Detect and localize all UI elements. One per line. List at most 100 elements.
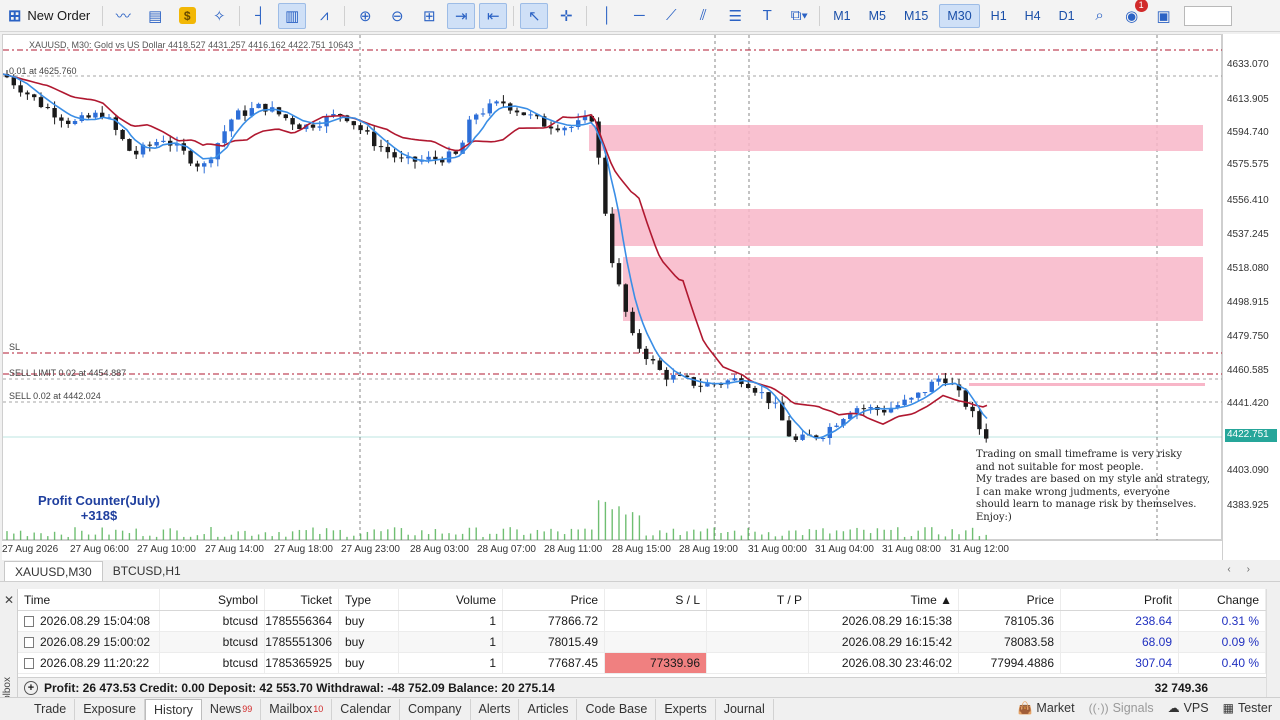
time-tick-label: 27 Aug 10:00 — [137, 544, 196, 555]
text-icon[interactable]: T — [753, 3, 781, 29]
deal-icon — [24, 615, 34, 627]
toolbar-separator — [586, 5, 588, 26]
column-header[interactable]: Change — [1179, 589, 1266, 610]
column-header[interactable]: Price — [503, 589, 605, 610]
candle-body — [902, 399, 907, 406]
expand-icon[interactable]: + — [24, 680, 38, 695]
cell-take-profit — [707, 653, 809, 673]
column-header[interactable]: Volume — [399, 589, 503, 610]
indicators-icon[interactable]: ▤ — [141, 3, 169, 29]
bar-chart-icon[interactable]: ┤ — [246, 3, 274, 29]
main-toolbar: ⊞ New Order 〰 ▤ $ ✧ ┤ ▥ ⩘ ⊕ ⊖ ⊞ ⇥ ⇤ ↖ ✛ … — [0, 0, 1280, 32]
chart-tab-xauusd[interactable]: XAUUSD,M30 — [4, 561, 103, 581]
timeframe-m1[interactable]: M1 — [826, 4, 857, 28]
market-button[interactable]: 👜 Market — [1017, 701, 1074, 715]
trendline-icon[interactable]: ⟋ — [657, 3, 685, 29]
tab-experts[interactable]: Experts — [656, 698, 716, 720]
signals-button[interactable]: ((·)) Signals — [1089, 701, 1154, 715]
timeframe-h4[interactable]: H4 — [1018, 4, 1048, 28]
crosshair-icon[interactable]: ✛ — [552, 3, 580, 29]
candle-body — [854, 408, 860, 414]
zoom-out-icon[interactable]: ⊖ — [383, 3, 411, 29]
search-input[interactable] — [1183, 5, 1232, 26]
tab-trade[interactable]: Trade — [26, 698, 76, 720]
algo-trading-icon[interactable]: $ — [173, 3, 201, 29]
column-header[interactable]: Profit — [1061, 589, 1179, 610]
signal-icon[interactable]: ✧ — [205, 3, 233, 29]
cell-volume: 1 — [399, 611, 503, 631]
tile-windows-icon[interactable]: ⊞ — [415, 3, 443, 29]
tab-history[interactable]: History — [145, 698, 202, 720]
candle-body — [657, 360, 662, 370]
time-tick-label: 31 Aug 00:00 — [748, 544, 807, 555]
tab-company[interactable]: Company — [400, 698, 471, 720]
line-chart-type-icon[interactable]: 〰 — [109, 3, 137, 29]
close-icon[interactable]: ✕ — [4, 593, 14, 607]
column-header[interactable]: Price — [959, 589, 1061, 610]
cell-close-price: 77994.4886 — [959, 653, 1061, 673]
timeframe-h1[interactable]: H1 — [984, 4, 1014, 28]
candle-body — [984, 429, 989, 439]
search-icon[interactable]: ⌕ — [1086, 3, 1114, 29]
candle-body — [467, 119, 472, 143]
tab-mailbox[interactable]: Mailbox 10 — [261, 698, 333, 720]
time-axis[interactable]: 27 Aug 2026 27 Aug 06:00 27 Aug 10:00 27 Au… — [2, 540, 1222, 560]
timeframe-m5[interactable]: M5 — [862, 4, 893, 28]
terminal-icon[interactable]: ▣ — [1150, 3, 1178, 29]
zoom-in-icon[interactable]: ⊕ — [351, 3, 379, 29]
cell-type: buy — [339, 611, 399, 631]
fibonacci-icon[interactable]: ☰ — [721, 3, 749, 29]
tab-articles[interactable]: Articles — [519, 698, 578, 720]
candle-body — [365, 130, 370, 132]
column-header[interactable]: S / L — [605, 589, 707, 610]
tab-news[interactable]: News 99 — [202, 698, 262, 720]
tab-scroll-arrows[interactable]: ‹› — [1227, 564, 1266, 575]
tab-calendar[interactable]: Calendar — [332, 698, 401, 720]
tab-exposure[interactable]: Exposure — [75, 698, 146, 720]
tab-code-base[interactable]: Code Base — [577, 698, 657, 720]
column-header[interactable]: Time — [18, 589, 160, 610]
tab-label: Alerts — [478, 702, 511, 716]
column-header[interactable]: Symbol — [160, 589, 265, 610]
shapes-icon[interactable]: ⧉▾ — [785, 3, 813, 29]
price-axis[interactable]: 4633.070 4613.905 4594.740 4575.575 4556.410… — [1222, 34, 1280, 560]
price-tick-label: 4537.245 — [1227, 229, 1269, 240]
line-chart-icon[interactable]: ⩘ — [310, 3, 338, 29]
candle-body — [909, 397, 914, 400]
table-row[interactable]: 2026.08.29 11:20:22 btcusd 1785365925 buy 1 7… — [18, 653, 1266, 674]
table-row[interactable]: 2026.08.29 15:00:02 btcusd 1785551306 buy 1 7… — [18, 632, 1266, 653]
chart-tab-btcusd[interactable]: BTCUSD,H1 — [103, 561, 191, 581]
candle-body — [154, 141, 159, 146]
cursor-icon[interactable]: ↖ — [520, 2, 549, 29]
candle-body — [786, 420, 792, 437]
candlestick-icon[interactable]: ▥ — [278, 2, 307, 29]
vertical-scrollbar[interactable] — [1266, 589, 1280, 697]
column-header-sorted[interactable]: Time ▲ — [809, 589, 959, 610]
price-tick-label: 4403.090 — [1227, 465, 1269, 476]
notifications-icon[interactable]: ◉ 1 — [1118, 0, 1148, 29]
price-chart[interactable]: XAUUSD, M30: Gold vs US Dollar 4418.527 … — [2, 34, 1223, 541]
new-order-button[interactable]: ⊞ New Order — [2, 3, 96, 29]
price-tick-label: 4594.740 — [1227, 127, 1269, 138]
timeframe-m15[interactable]: M15 — [897, 4, 935, 28]
toolbar-separator — [239, 5, 241, 26]
cell-open-time: 2026.08.29 11:20:22 — [18, 653, 160, 673]
channel-icon[interactable]: ⫽ — [689, 3, 717, 29]
chart-shift-icon[interactable]: ⇤ — [479, 2, 508, 29]
vps-button[interactable]: ☁ VPS — [1168, 701, 1209, 715]
tester-button[interactable]: ▦ Tester — [1223, 701, 1272, 715]
table-row[interactable]: 2026.08.29 15:04:08 btcusd 1785556364 buy 1 7… — [18, 611, 1266, 632]
timeframe-m30[interactable]: M30 — [939, 3, 980, 28]
candle-body — [487, 103, 492, 114]
comment-line: Enjoy:) — [976, 511, 1012, 523]
tab-journal[interactable]: Journal — [716, 698, 774, 720]
timeframe-d1[interactable]: D1 — [1052, 4, 1082, 28]
column-header[interactable]: T / P — [707, 589, 809, 610]
tab-alerts[interactable]: Alerts — [471, 698, 520, 720]
cell-take-profit — [707, 611, 809, 631]
auto-scroll-icon[interactable]: ⇥ — [447, 2, 476, 29]
column-header[interactable]: Type — [339, 589, 399, 610]
column-header[interactable]: Ticket — [265, 589, 339, 610]
vertical-line-icon[interactable]: │ — [593, 3, 621, 29]
horizontal-line-icon[interactable]: ─ — [625, 3, 653, 29]
